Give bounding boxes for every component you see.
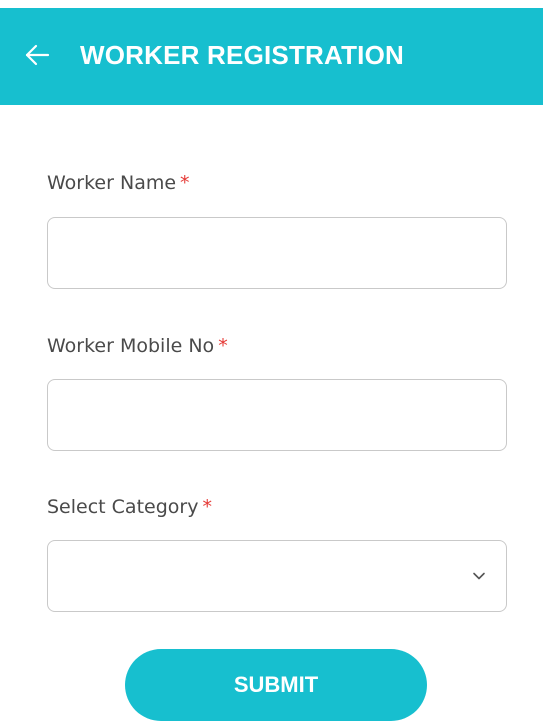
required-marker: * <box>218 335 228 357</box>
worker-mobile-label-text: Worker Mobile No <box>47 335 215 357</box>
required-marker: * <box>180 172 190 194</box>
worker-name-label: Worker Name * <box>47 172 190 194</box>
category-label-text: Select Category <box>47 496 199 518</box>
worker-name-label-text: Worker Name <box>47 172 177 194</box>
worker-name-input[interactable] <box>47 217 507 289</box>
worker-mobile-label: Worker Mobile No * <box>47 335 228 357</box>
arrow-left-icon[interactable] <box>24 42 50 68</box>
required-marker: * <box>202 496 212 518</box>
app-header: WORKER REGISTRATION <box>0 8 543 105</box>
chevron-down-icon <box>472 569 486 583</box>
submit-button[interactable]: SUBMIT <box>125 649 427 721</box>
page-title: WORKER REGISTRATION <box>80 40 404 70</box>
category-select[interactable] <box>47 540 507 612</box>
worker-mobile-input[interactable] <box>47 379 507 451</box>
category-label: Select Category * <box>47 496 212 518</box>
